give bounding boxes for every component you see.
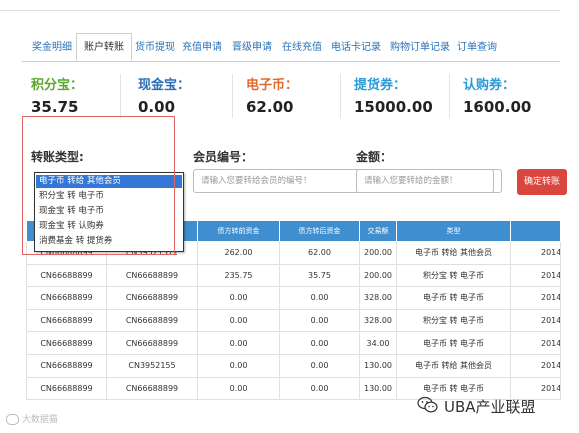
table-cell: 0.00 [279, 286, 360, 310]
table-row: CN66688899 CN66688899 0.00 0.00 328.00 积… [26, 308, 561, 333]
column-header: 债方转前资金 [197, 220, 280, 242]
column-header: 类型 [396, 220, 511, 242]
balance-value: 1600.00 [463, 98, 532, 116]
divider [449, 74, 450, 118]
table-cell: 电子币 转 电子币 [396, 331, 511, 355]
divider [340, 74, 341, 118]
tab-phone-card-records[interactable]: 电话卡记录 [331, 38, 381, 53]
table-cell: 2014-11 [510, 308, 561, 333]
column-header: 债方转后资金 [279, 220, 360, 242]
balance-label: 电子币： [246, 78, 299, 93]
table-cell: 电子币 转给 其他会员 [396, 353, 511, 378]
tab-withdraw[interactable]: 货币提现 [135, 38, 175, 53]
balance-tihuoquan: 提货券： 15000.00 [354, 74, 433, 116]
column-header: 交易额 [359, 220, 397, 242]
tab-order-query[interactable]: 订单查询 [457, 38, 497, 53]
table-cell: 34.00 [359, 331, 397, 355]
divider [232, 74, 233, 118]
table-cell: CN66688899 [106, 286, 198, 310]
watermark-left: 大数据猫 [6, 412, 58, 425]
table-cell: CN66688899 [26, 286, 107, 310]
balance-label: 提货券： [354, 78, 407, 93]
confirm-transfer-button[interactable]: 确定转账 [517, 169, 567, 195]
table-cell: 电子币 转 电子币 [396, 286, 511, 310]
balance-label: 积分宝： [31, 78, 84, 93]
wechat-icon [417, 396, 438, 413]
member-id-label: 会员编号： [193, 150, 254, 164]
tab-account-transfer[interactable]: 账户转账 [76, 33, 132, 61]
table-cell: 262.00 [197, 241, 280, 265]
balance-value: 0.00 [138, 98, 176, 116]
balance-jifenbao: 积分宝： 35.75 [31, 74, 83, 116]
table-cell: 35.75 [279, 263, 360, 288]
balance-xianjinbao: 现金宝： 0.00 [138, 74, 190, 116]
balance-rengouquan: 认购券： 1600.00 [463, 74, 531, 116]
table-cell: 328.00 [359, 286, 397, 310]
table-cell: 0.00 [197, 308, 280, 333]
table-cell: 2014-10 [510, 331, 561, 355]
table-cell: 2014-11 [510, 286, 561, 310]
table-row: CN66688899 CN66688899 235.75 35.75 200.0… [26, 263, 561, 288]
tab-bar: 奖金明细 账户转账 货币提现 充值申请 晋级申请 在线充值 电话卡记录 购物订单… [22, 33, 560, 62]
top-divider [0, 10, 560, 11]
table-cell: 0.00 [279, 308, 360, 333]
table-cell: 0.00 [197, 353, 280, 378]
table-cell: 电子币 转给 其他会员 [396, 241, 511, 265]
balance-dianzibi: 电子币： 62.00 [246, 74, 298, 116]
table-cell: 0.00 [279, 353, 360, 378]
table-cell: 积分宝 转 电子币 [396, 308, 511, 333]
tab-online-recharge[interactable]: 在线充值 [282, 38, 322, 53]
divider [120, 74, 121, 118]
tab-bonus-detail[interactable]: 奖金明细 [32, 38, 72, 53]
balance-label: 现金宝： [138, 78, 191, 93]
table-cell: 0.00 [197, 331, 280, 355]
table-cell: 200.00 [359, 241, 397, 265]
weibo-icon [6, 414, 19, 425]
table-cell: CN66688899 [106, 376, 198, 401]
balance-value: 35.75 [31, 98, 79, 116]
tab-shopping-orders[interactable]: 购物订单记录 [390, 38, 450, 53]
table-cell: 200.00 [359, 263, 397, 288]
amount-label: 金额： [356, 150, 393, 164]
column-header [510, 220, 561, 242]
watermark-left-text: 大数据猫 [21, 415, 58, 425]
table-row: CN66688899 CN66688899 0.00 0.00 328.00 电… [26, 286, 561, 310]
balance-value: 62.00 [246, 98, 294, 116]
table-cell: CN66688899 [106, 263, 198, 288]
table-cell: 0.00 [279, 331, 360, 355]
amount-input[interactable]: 请输入您要转给的金额！ [356, 169, 502, 193]
table-row: CN66688899 CN3952155 0.00 0.00 130.00 电子… [26, 353, 561, 378]
tab-recharge-apply[interactable]: 充值申请 [182, 38, 222, 53]
table-cell: 328.00 [359, 308, 397, 333]
table-cell: 0.00 [197, 286, 280, 310]
table-cell: CN66688899 [26, 331, 107, 355]
table-cell: CN66688899 [106, 308, 198, 333]
table-cell: 130.00 [359, 376, 397, 401]
table-cell: CN66688899 [26, 353, 107, 378]
table-cell: 130.00 [359, 353, 397, 378]
table-cell: CN3952155 [106, 353, 198, 378]
balance-value: 15000.00 [354, 98, 433, 116]
table-cell: CN66688899 [26, 308, 107, 333]
table-cell: CN66688899 [26, 263, 107, 288]
table-cell: 0.00 [197, 376, 280, 401]
table-cell: 2014-10 [510, 353, 561, 378]
table-row: CN66688899 CN66688899 0.00 0.00 34.00 电子… [26, 331, 561, 355]
table-cell: 235.75 [197, 263, 280, 288]
tab-upgrade-apply[interactable]: 晋级申请 [232, 38, 272, 53]
balance-label: 认购券： [463, 78, 516, 93]
table-cell: CN66688899 [26, 376, 107, 401]
watermark-right-text: UBA产业联盟 [444, 398, 536, 416]
table-cell: 2014-12 [510, 241, 561, 265]
table-cell: 62.00 [279, 241, 360, 265]
table-cell: CN66688899 [106, 331, 198, 355]
table-cell: 积分宝 转 电子币 [396, 263, 511, 288]
table-cell: 0.00 [279, 376, 360, 401]
table-cell: 2014-12 [510, 263, 561, 288]
highlight-annotation-box [22, 116, 175, 255]
